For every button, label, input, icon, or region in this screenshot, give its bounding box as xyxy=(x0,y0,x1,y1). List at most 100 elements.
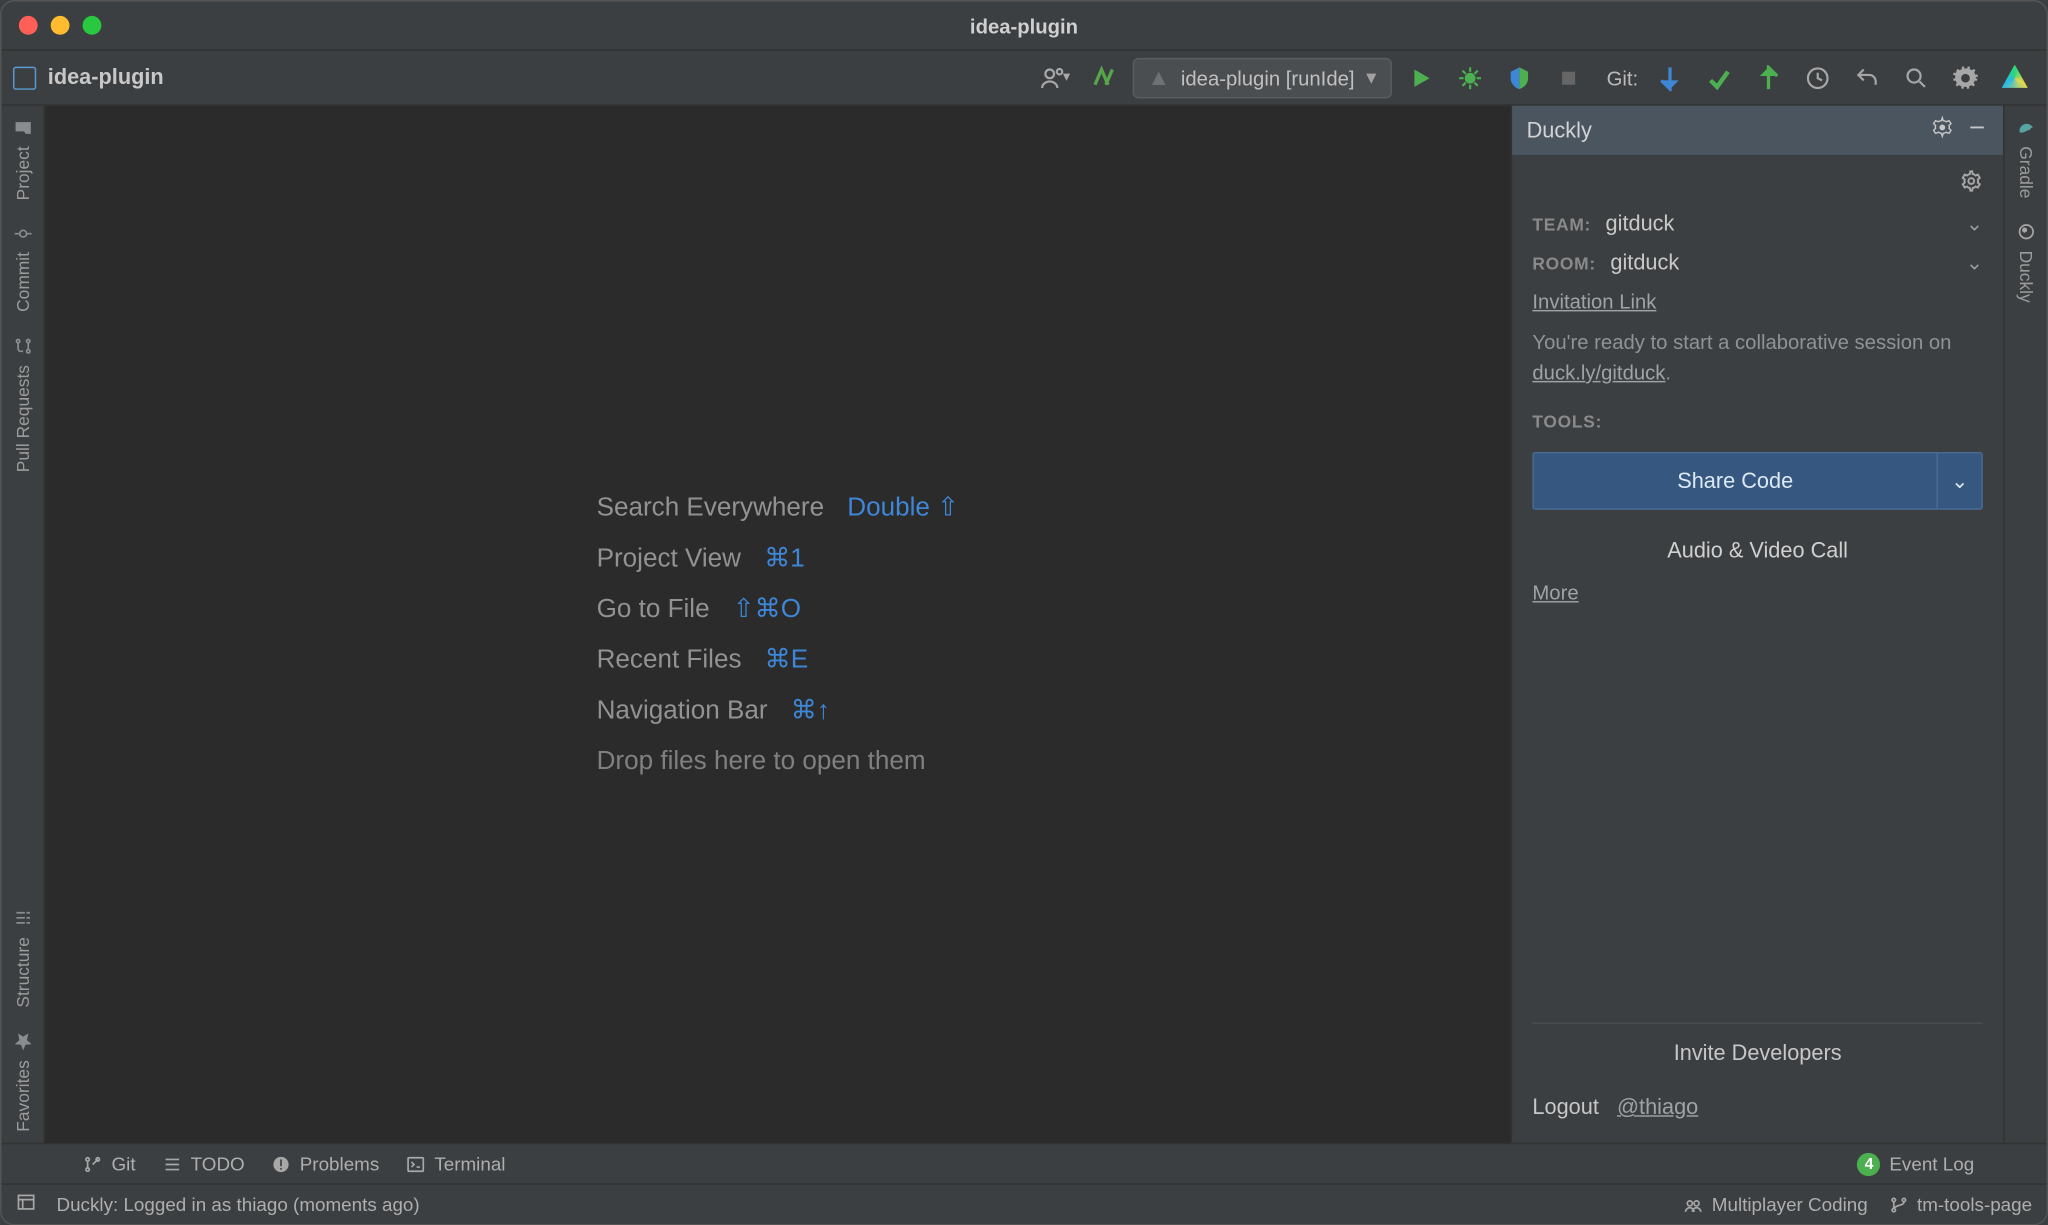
project-breadcrumb[interactable]: idea-plugin xyxy=(13,65,164,90)
undo-button[interactable] xyxy=(1847,57,1888,98)
welcome-shortcut: ⌘1 xyxy=(764,543,805,573)
duckly-panel-title: Duckly xyxy=(1527,118,1592,143)
bottom-toolwindow-bar: Git TODO Problems Terminal 4 Event Log xyxy=(1,1143,2046,1184)
chevron-down-icon: ⌄ xyxy=(1966,211,1983,236)
toolwindow-label: Pull Requests xyxy=(12,365,32,472)
search-button[interactable] xyxy=(1896,57,1937,98)
toolwindow-gradle[interactable]: Gradle xyxy=(2015,106,2035,210)
main-toolbar: idea-plugin ▾ idea-plugin [runIde] ▾ Git… xyxy=(1,51,2046,106)
git-pull-button[interactable] xyxy=(1650,57,1691,98)
share-code-dropdown[interactable]: ⌄ xyxy=(1937,452,1983,510)
toolwindow-duckly[interactable]: Duckly xyxy=(2015,210,2035,314)
welcome-shortcut: ⌘↑ xyxy=(791,695,830,725)
statusbar: Duckly: Logged in as thiago (moments ago… xyxy=(1,1183,2046,1224)
git-push-button[interactable] xyxy=(1748,57,1789,98)
toolwindows-toggle[interactable] xyxy=(16,1192,36,1217)
left-gutter: Project Commit Pull Requests Structure xyxy=(1,106,44,1143)
window-title: idea-plugin xyxy=(1,14,2046,37)
duckly-settings-button[interactable] xyxy=(1960,169,1983,197)
toolwindow-structure[interactable]: Structure xyxy=(12,896,32,1019)
invite-developers-button[interactable]: Invite Developers xyxy=(1532,1023,1982,1066)
share-code-button-group: Share Code ⌄ xyxy=(1532,452,1982,510)
run-config-selector[interactable]: idea-plugin [runIde] ▾ xyxy=(1133,57,1392,98)
stop-button[interactable] xyxy=(1549,57,1590,98)
panel-settings-button[interactable] xyxy=(1931,116,1954,145)
project-name: idea-plugin xyxy=(48,65,164,90)
toolwindow-label: Problems xyxy=(300,1153,380,1175)
welcome-shortcut: ⌘E xyxy=(765,645,808,675)
branch-name: tm-tools-page xyxy=(1917,1193,2032,1215)
commit-icon xyxy=(12,224,32,244)
project-icon xyxy=(13,66,36,89)
close-window-button[interactable] xyxy=(19,16,38,35)
git-commit-button[interactable] xyxy=(1699,57,1740,98)
code-with-me-button[interactable]: ▾ xyxy=(1035,57,1076,98)
tools-label: TOOLS: xyxy=(1532,411,1982,431)
coverage-button[interactable] xyxy=(1499,57,1540,98)
chevron-down-icon: ▾ xyxy=(1366,65,1376,90)
history-button[interactable] xyxy=(1797,57,1838,98)
bottom-terminal[interactable]: Terminal xyxy=(405,1153,505,1175)
main-body: Project Commit Pull Requests Structure xyxy=(1,106,2046,1143)
toolwindow-label: Commit xyxy=(12,253,32,313)
team-value: gitduck xyxy=(1606,211,1952,236)
run-button[interactable] xyxy=(1401,57,1442,98)
duckly-brand-button[interactable] xyxy=(1994,57,2035,98)
user-link[interactable]: @thiago xyxy=(1617,1095,1698,1120)
duckly-panel: Duckly TEAM: gitduck ⌄ xyxy=(1511,106,2003,1143)
welcome-pane: Search Everywhere Double ⇧ Project View … xyxy=(597,472,959,776)
titlebar: idea-plugin xyxy=(1,1,2046,50)
toolwindow-label: Event Log xyxy=(1889,1153,1974,1175)
git-label: Git: xyxy=(1598,66,1641,89)
room-url-link[interactable]: duck.ly/gitduck xyxy=(1532,361,1665,384)
more-link[interactable]: More xyxy=(1532,581,1578,604)
toolwindow-label: Favorites xyxy=(12,1060,32,1131)
logout-button[interactable]: Logout xyxy=(1532,1095,1598,1120)
duckly-panel-body: TEAM: gitduck ⌄ ROOM: gitduck ⌄ Invitati… xyxy=(1512,155,2003,1143)
welcome-label: Search Everywhere xyxy=(597,492,825,522)
share-code-button[interactable]: Share Code xyxy=(1532,452,1936,510)
chevron-down-icon: ⌄ xyxy=(1966,251,1983,276)
welcome-label: Navigation Bar xyxy=(597,695,768,725)
bottom-problems[interactable]: Problems xyxy=(271,1153,380,1175)
team-selector[interactable]: TEAM: gitduck ⌄ xyxy=(1532,211,1982,236)
bottom-git[interactable]: Git xyxy=(83,1153,136,1175)
welcome-row[interactable]: Recent Files ⌘E xyxy=(597,645,959,675)
toolwindow-label: Duckly xyxy=(2015,251,2035,303)
settings-button[interactable] xyxy=(1945,57,1986,98)
duckly-panel-header: Duckly xyxy=(1512,106,2003,155)
welcome-row[interactable]: Project View ⌘1 xyxy=(597,543,959,573)
maximize-window-button[interactable] xyxy=(83,16,102,35)
toolwindow-project[interactable]: Project xyxy=(12,106,32,212)
toolwindow-favorites[interactable]: Favorites xyxy=(12,1019,32,1143)
build-button[interactable] xyxy=(1084,57,1125,98)
minimize-window-button[interactable] xyxy=(51,16,70,35)
panel-minimize-button[interactable] xyxy=(1965,116,1988,145)
status-label: Multiplayer Coding xyxy=(1712,1193,1868,1215)
logout-row: Logout @thiago xyxy=(1532,1081,1982,1129)
toolwindow-pull-requests[interactable]: Pull Requests xyxy=(12,324,32,483)
ready-message: You're ready to start a collaborative se… xyxy=(1532,327,1982,388)
toolwindow-label: Gradle xyxy=(2015,146,2035,198)
toolwindow-label: Structure xyxy=(12,937,32,1008)
editor-area[interactable]: Search Everywhere Double ⇧ Project View … xyxy=(45,106,1511,1143)
event-count-badge: 4 xyxy=(1858,1152,1881,1175)
bottom-todo[interactable]: TODO xyxy=(162,1153,245,1175)
welcome-row[interactable]: Search Everywhere Double ⇧ xyxy=(597,492,959,522)
toolwindow-commit[interactable]: Commit xyxy=(12,212,32,324)
git-branch-widget[interactable]: tm-tools-page xyxy=(1888,1193,2032,1215)
welcome-row[interactable]: Go to File ⇧⌘O xyxy=(597,594,959,624)
toolwindow-label: Terminal xyxy=(434,1153,505,1175)
pull-request-icon xyxy=(12,336,32,356)
welcome-row[interactable]: Navigation Bar ⌘↑ xyxy=(597,695,959,725)
welcome-label: Recent Files xyxy=(597,645,742,675)
run-config-label: idea-plugin [runIde] xyxy=(1181,66,1355,89)
audio-video-call-button[interactable]: Audio & Video Call xyxy=(1532,524,1982,566)
welcome-label: Project View xyxy=(597,543,741,573)
room-selector[interactable]: ROOM: gitduck ⌄ xyxy=(1532,251,1982,276)
debug-button[interactable] xyxy=(1450,57,1491,98)
multiplayer-coding-widget[interactable]: Multiplayer Coding xyxy=(1683,1193,1868,1215)
invitation-link[interactable]: Invitation Link xyxy=(1532,290,1656,313)
bottom-event-log[interactable]: 4 Event Log xyxy=(1858,1152,1975,1175)
welcome-label: Go to File xyxy=(597,594,710,624)
